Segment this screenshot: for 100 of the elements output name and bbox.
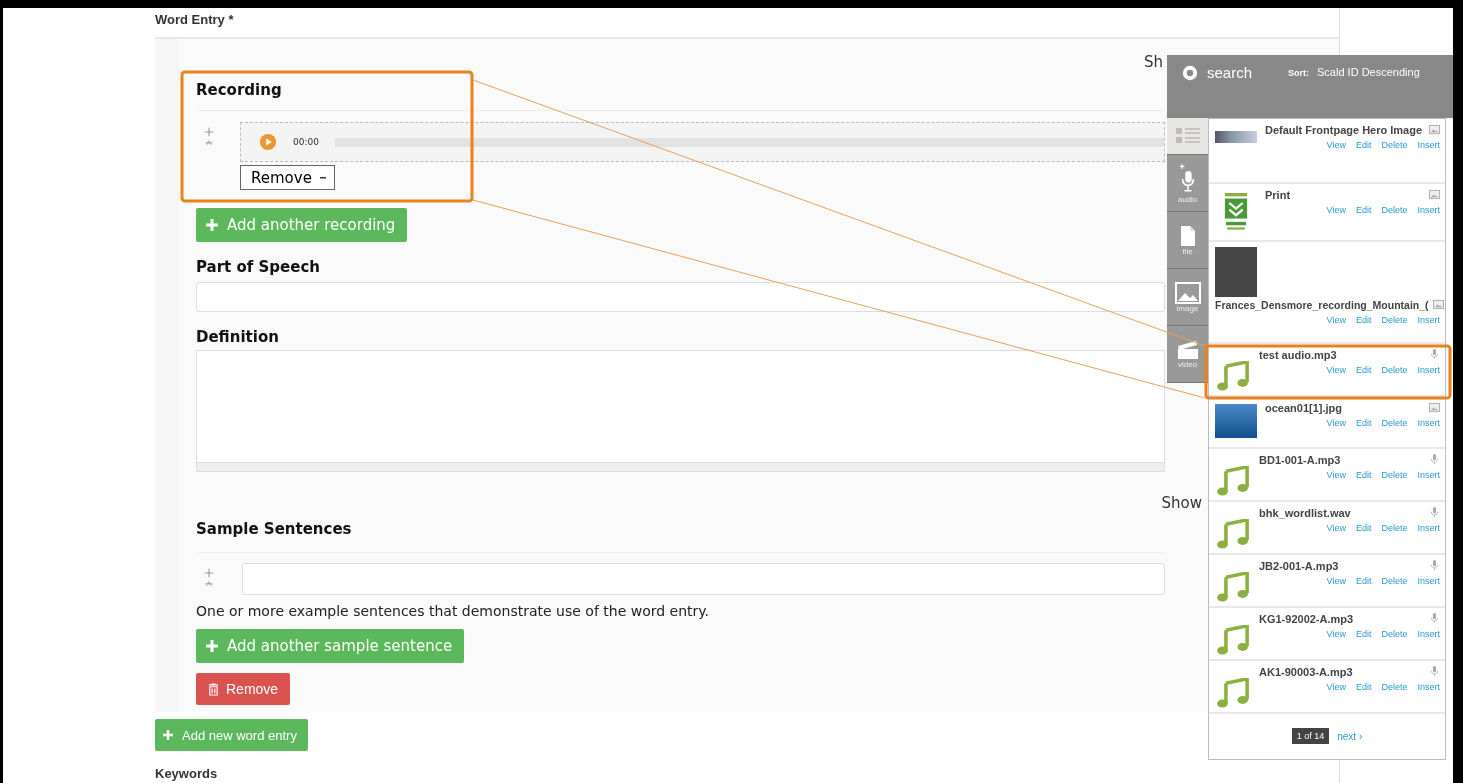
media-title: AK1-90003-A.mp3	[1259, 666, 1353, 678]
microphone-icon	[1429, 613, 1440, 624]
file-icon	[1179, 224, 1196, 247]
action-link[interactable]: Insert	[1417, 629, 1440, 639]
media-title: BD1-001-A.mp3	[1259, 454, 1341, 466]
row-weights-link[interactable]: Sh	[1143, 53, 1163, 71]
part-of-speech-field[interactable]	[196, 282, 1165, 312]
action-link[interactable]: View	[1326, 140, 1346, 150]
action-link[interactable]: Edit	[1355, 470, 1372, 480]
action-link[interactable]: Edit	[1355, 205, 1372, 215]
list-icon	[1175, 127, 1200, 145]
music-note-icon	[1215, 678, 1251, 708]
search-label[interactable]: search	[1207, 64, 1253, 81]
action-link[interactable]: Insert	[1417, 418, 1440, 428]
media-title: test audio.mp3	[1259, 349, 1337, 361]
action-link[interactable]: View	[1326, 365, 1346, 375]
media-title: Print	[1265, 189, 1291, 201]
microphone-icon	[1429, 454, 1440, 465]
image-icon	[1429, 124, 1440, 135]
action-link[interactable]: View	[1326, 576, 1346, 586]
add-word-entry-button[interactable]: Add new word entry	[155, 719, 308, 751]
remove-button[interactable]: Remove	[196, 673, 291, 705]
action-link[interactable]: View	[1326, 629, 1346, 639]
action-link[interactable]: Delete	[1381, 140, 1408, 150]
action-link[interactable]: Insert	[1417, 140, 1440, 150]
plus-icon	[163, 730, 173, 740]
action-link[interactable]: Delete	[1381, 365, 1408, 375]
action-link[interactable]: Insert	[1417, 470, 1440, 480]
microphone-icon	[1429, 507, 1440, 518]
list-view-tab[interactable]	[1167, 118, 1208, 155]
action-link[interactable]: View	[1326, 470, 1346, 480]
action-link[interactable]: View	[1326, 418, 1346, 428]
field-description: One or more example sentences that demonstrate use of the word entry.	[196, 602, 710, 621]
action-link[interactable]: Delete	[1381, 315, 1408, 325]
music-note-icon	[1215, 572, 1251, 602]
sample-sentence-field[interactable]	[242, 563, 1165, 595]
action-link[interactable]: Insert	[1417, 682, 1440, 692]
action-link[interactable]: Delete	[1381, 629, 1408, 639]
remove-select[interactable]: Remove	[240, 165, 335, 190]
action-link[interactable]: Delete	[1381, 470, 1408, 480]
definition-label: Definition	[196, 327, 279, 348]
plus-icon	[206, 640, 218, 652]
action-link[interactable]: Delete	[1381, 523, 1408, 533]
action-link[interactable]: View	[1326, 682, 1346, 692]
row-weights-link[interactable]: Show	[1161, 494, 1202, 512]
media-title: KG1-92002-A.mp3	[1259, 613, 1354, 625]
action-link[interactable]: Edit	[1355, 365, 1372, 375]
image-thumbnail	[1215, 404, 1257, 438]
action-link[interactable]: Edit	[1355, 629, 1372, 639]
action-link[interactable]: Insert	[1417, 315, 1440, 325]
action-link[interactable]: Insert	[1417, 576, 1440, 586]
drag-handle-icon[interactable]	[204, 567, 214, 589]
next-link[interactable]: next ›	[1337, 730, 1363, 742]
action-link[interactable]: Edit	[1355, 576, 1372, 586]
image-icon	[1429, 189, 1440, 200]
image-thumbnail	[1215, 131, 1257, 143]
action-link[interactable]: View	[1326, 205, 1346, 215]
music-note-icon	[1215, 625, 1251, 655]
page-indicator: 1 of 14	[1291, 728, 1330, 744]
action-link[interactable]: Edit	[1355, 418, 1372, 428]
music-note-icon	[1215, 361, 1251, 391]
action-link[interactable]: Edit	[1355, 140, 1372, 150]
media-title: ocean01[1].jpg	[1265, 402, 1343, 414]
add-recording-button[interactable]: Add another recording	[196, 208, 408, 242]
action-link[interactable]: Delete	[1381, 205, 1408, 215]
caret-icon	[319, 176, 326, 179]
plus-icon	[206, 219, 218, 231]
media-title: JB2-001-A.mp3	[1259, 560, 1339, 572]
drag-handle-icon[interactable]	[204, 126, 214, 148]
section-label: Word Entry *	[155, 11, 234, 29]
trash-icon	[208, 682, 219, 696]
image-icon	[1429, 402, 1440, 413]
action-link[interactable]: Delete	[1381, 682, 1408, 692]
microphone-icon	[1429, 666, 1440, 677]
image-icon	[1174, 281, 1201, 304]
image-icon	[1432, 299, 1444, 310]
action-link[interactable]: View	[1326, 315, 1346, 325]
time-label: 00:00	[293, 137, 319, 147]
search-icon[interactable]	[1181, 64, 1199, 82]
action-link[interactable]: Delete	[1381, 418, 1408, 428]
action-link[interactable]: Insert	[1417, 365, 1440, 375]
media-title: Default Frontpage Hero Image	[1265, 124, 1423, 136]
definition-field[interactable]	[196, 350, 1165, 472]
photo-placeholder	[1215, 247, 1257, 297]
microphone-icon	[1429, 560, 1440, 571]
microphone-icon	[1429, 349, 1440, 360]
action-link[interactable]: Edit	[1355, 523, 1372, 533]
action-link[interactable]: Edit	[1355, 682, 1372, 692]
action-link[interactable]: Insert	[1417, 205, 1440, 215]
sort-dropdown[interactable]: Scald ID Descending	[1317, 66, 1420, 78]
action-link[interactable]: Insert	[1417, 523, 1440, 533]
action-link[interactable]: Delete	[1381, 576, 1408, 586]
music-note-icon	[1215, 466, 1251, 496]
logo-thumbnail	[1222, 193, 1250, 233]
progress-track[interactable]	[334, 137, 1164, 147]
add-sentence-button[interactable]: Add another sample sentence	[196, 629, 465, 663]
action-link[interactable]: View	[1326, 523, 1346, 533]
sort-label: Sort:	[1288, 68, 1310, 78]
play-icon[interactable]	[259, 133, 277, 151]
action-link[interactable]: Edit	[1355, 315, 1372, 325]
